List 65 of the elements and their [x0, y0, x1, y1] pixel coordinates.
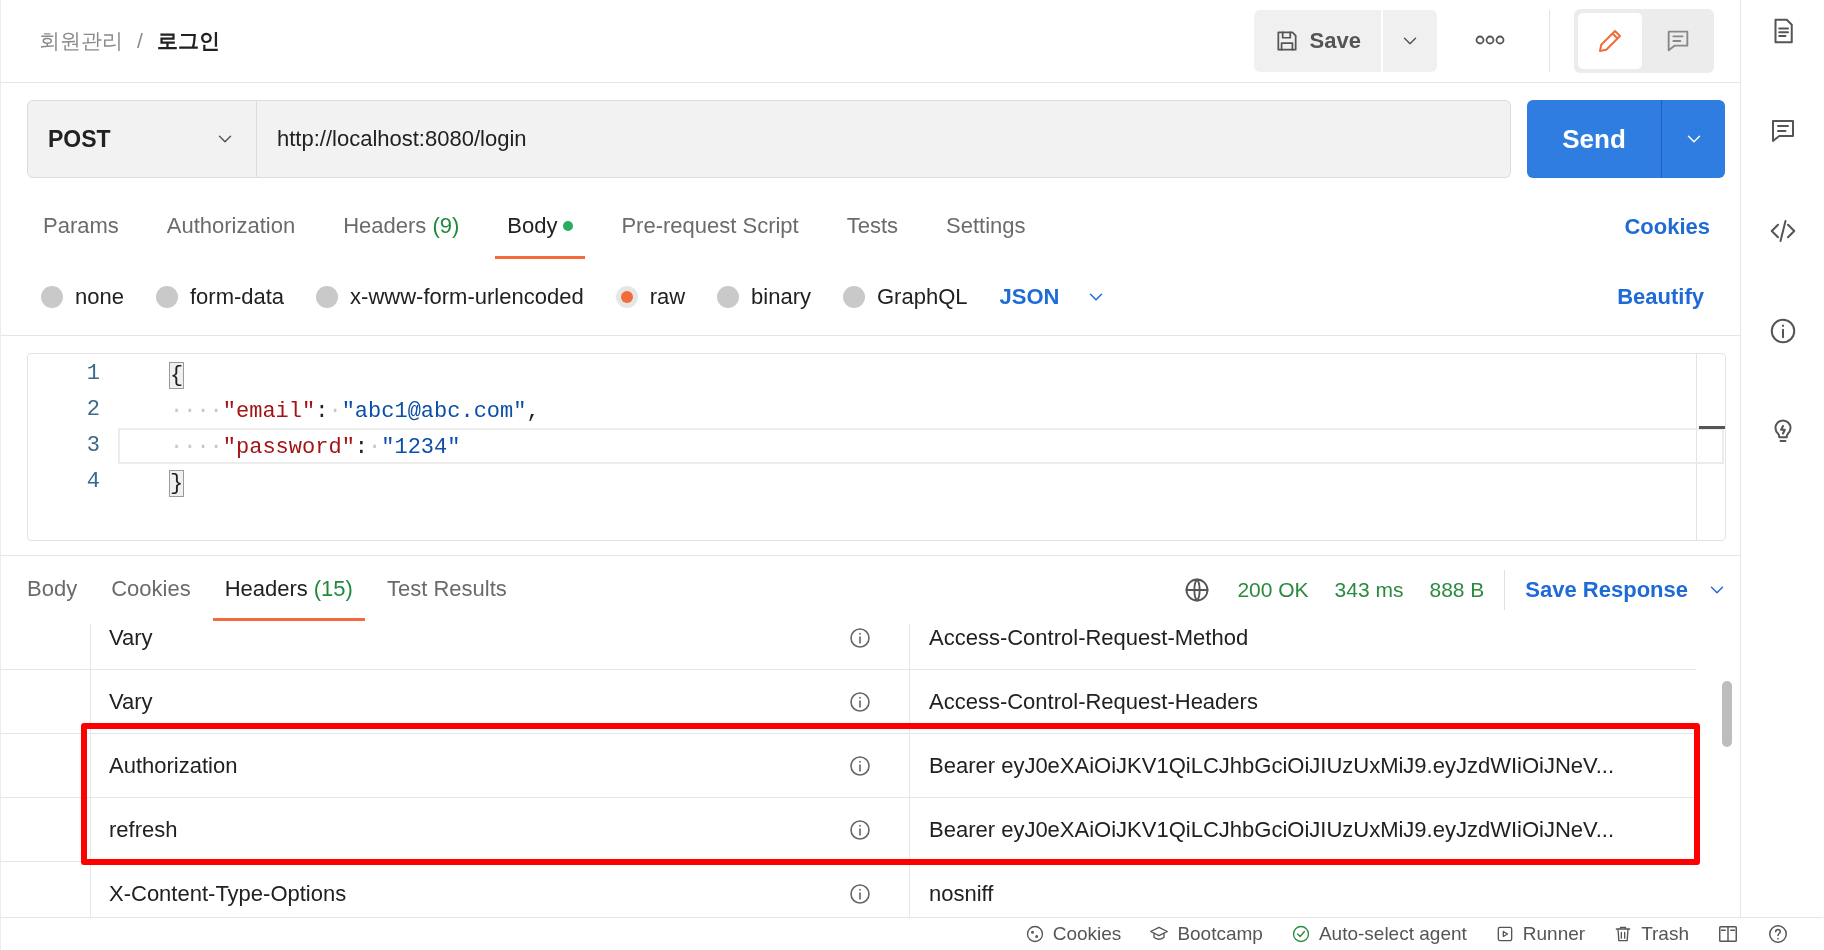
cookie-icon — [1024, 924, 1045, 944]
help-icon — [1767, 923, 1789, 945]
beautify-link[interactable]: Beautify — [1617, 284, 1704, 310]
header-key: X-Content-Type-Options — [91, 862, 811, 918]
header-key: Vary — [91, 670, 811, 733]
breadcrumb-separator: / — [137, 29, 143, 53]
url-field[interactable]: http://localhost:8080/login — [257, 100, 1511, 178]
edit-mode-button[interactable] — [1578, 13, 1642, 69]
tab[interactable]: Body — [495, 195, 586, 259]
tab[interactable]: Test Results — [374, 559, 519, 621]
body-type-radio[interactable]: binary — [717, 284, 811, 310]
tab[interactable]: Body — [15, 559, 90, 621]
cookies-link[interactable]: Cookies — [1624, 195, 1710, 259]
tab[interactable]: Authorization — [154, 195, 308, 259]
tab[interactable]: Settings — [934, 195, 1038, 259]
breadcrumb-current: 로그인 — [156, 28, 220, 54]
info-icon — [848, 689, 872, 714]
info-icon — [848, 625, 872, 650]
header-key: Vary — [91, 624, 811, 669]
header-value: Bearer eyJ0eXAiOiJKV1QiLCJhbGciOiJIUzUxMiJ9.eyJzdWIiOiJNeV... — [928, 751, 1616, 780]
info-icon — [848, 817, 872, 842]
tab[interactable]: Params — [31, 195, 131, 259]
header-value: Bearer eyJ0eXAiOiJKV1QiLCJhbGciOiJIUzUxMiJ9.eyJzdWIiOiJNeV... — [928, 815, 1616, 844]
status-bar-button[interactable]: Runner — [1494, 923, 1586, 945]
line-number: 4 — [85, 468, 101, 496]
tab[interactable]: Headers (9) — [331, 195, 472, 259]
response-size: 888 B — [1429, 578, 1485, 602]
body-type-radio[interactable]: x-www-form-urlencoded — [316, 284, 584, 310]
code-editor[interactable]: 1 2 3 4 { ····"email":·"abc1@abc.com", ····"password":·"1234" } — [27, 353, 1726, 541]
line-number: 1 — [85, 360, 101, 388]
code-line: ····"email":·"abc1@abc.com", — [169, 398, 541, 426]
help-button[interactable] — [1767, 923, 1789, 945]
header-value: Access-Control-Request-Method — [928, 624, 1250, 652]
header-value: Access-Control-Request-Headers — [928, 687, 1259, 716]
check-circle-icon — [1290, 924, 1311, 944]
method-dropdown[interactable]: POST — [27, 100, 257, 178]
info-icon — [848, 881, 872, 906]
line-number: 3 — [85, 432, 101, 460]
tab[interactable]: Headers (15) — [212, 559, 365, 621]
header-key: refresh — [91, 798, 811, 861]
status-bar-button[interactable]: Auto-select agent — [1290, 923, 1467, 945]
response-time: 343 ms — [1334, 578, 1404, 602]
body-type-radio[interactable]: GraphQL — [843, 284, 968, 310]
tab[interactable]: Cookies — [99, 559, 203, 621]
status-code: 200 OK — [1237, 578, 1309, 602]
header-value: nosniff — [928, 879, 995, 908]
layout-button[interactable] — [1717, 923, 1739, 945]
body-type-radio[interactable]: form-data — [155, 284, 285, 310]
status-bar-button[interactable]: Cookies — [1024, 923, 1122, 945]
line-number: 2 — [85, 396, 101, 424]
save-response-button[interactable]: Save Response — [1525, 577, 1728, 603]
body-type-radio[interactable]: raw — [615, 284, 686, 310]
status-bar-button[interactable]: Trash — [1613, 923, 1689, 945]
header-key: Authorization — [91, 734, 811, 797]
send-button[interactable]: Send — [1527, 100, 1661, 178]
status-bar-button[interactable]: Bootcamp — [1149, 923, 1263, 945]
save-button[interactable]: Save — [1253, 10, 1381, 72]
tab[interactable]: Tests — [834, 195, 911, 259]
format-dropdown[interactable]: JSON — [999, 284, 1108, 310]
tab[interactable]: Pre-request Script — [609, 195, 811, 259]
two-pane-icon — [1717, 923, 1739, 945]
scrollbar-thumb[interactable] — [1722, 681, 1732, 747]
info-icon — [848, 753, 872, 778]
body-type-radio[interactable]: none — [41, 284, 124, 310]
more-icon — [1475, 33, 1505, 46]
